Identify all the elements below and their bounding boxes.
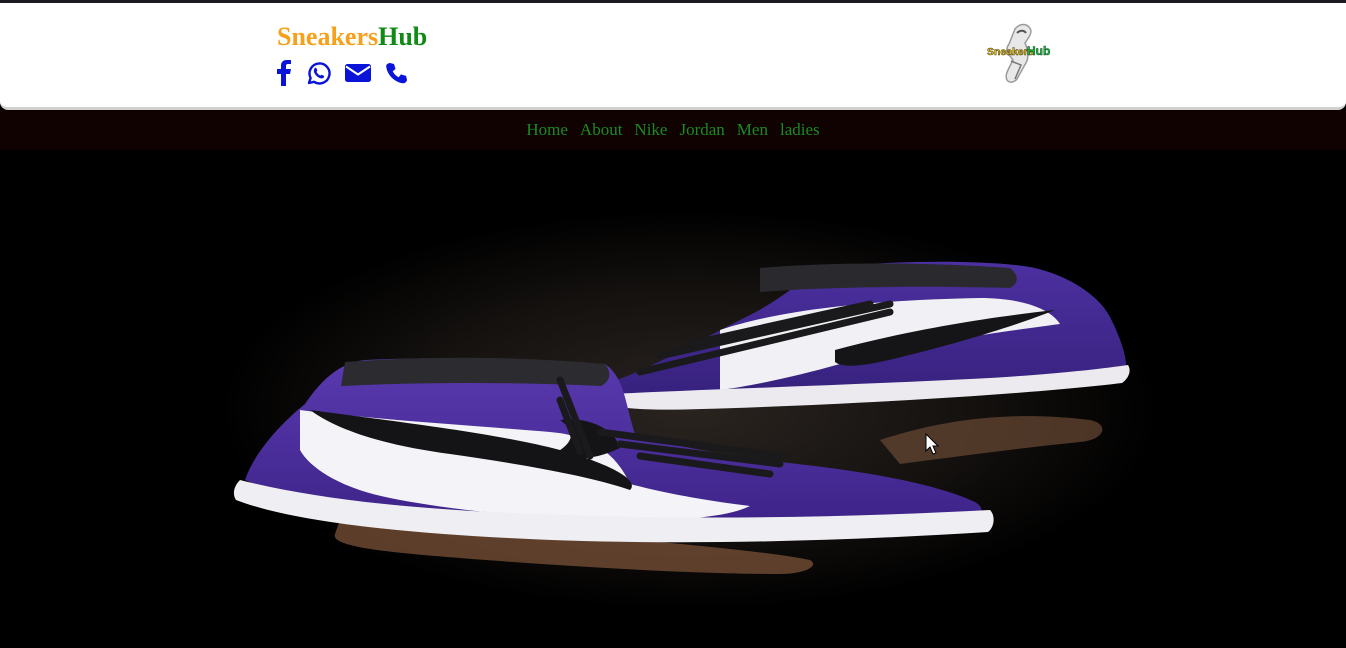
nav-link-nike[interactable]: Nike [634, 120, 667, 139]
envelope-icon [345, 64, 371, 82]
nav-link-home[interactable]: Home [526, 120, 568, 139]
email-link[interactable] [345, 62, 371, 84]
nav-item-nike: Nike [634, 120, 667, 140]
nav-item-about: About [580, 120, 623, 140]
social-links [277, 59, 421, 87]
facebook-icon [277, 60, 291, 86]
phone-link[interactable] [385, 62, 407, 84]
nav-link-jordan[interactable]: Jordan [679, 120, 724, 139]
hero-sneakers-image [220, 210, 1160, 610]
nav-item-jordan: Jordan [679, 120, 724, 140]
main-nav: Home About Nike Jordan Men ladies [0, 110, 1346, 150]
nav-item-home: Home [526, 120, 568, 140]
nav-link-men[interactable]: Men [737, 120, 768, 139]
facebook-link[interactable] [277, 60, 291, 86]
nav-link-about[interactable]: About [580, 120, 623, 139]
nav-item-ladies: ladies [780, 120, 820, 140]
nav-item-men: Men [737, 120, 768, 140]
site-header: SneakersHub Sneakers Hub [0, 3, 1346, 110]
brand-part-hub: Hub [378, 22, 428, 51]
sneaker-logo-image: Sneakers Hub [987, 23, 1051, 83]
nav-list: Home About Nike Jordan Men ladies [526, 110, 819, 150]
whatsapp-icon [307, 62, 331, 85]
phone-icon [386, 63, 407, 84]
whatsapp-link[interactable] [305, 60, 331, 86]
brand-logo[interactable]: Sneakers Hub [985, 21, 1057, 85]
brand-title[interactable]: SneakersHub [277, 22, 427, 52]
brand-part-sneakers: Sneakers [277, 22, 379, 51]
hero-banner [0, 150, 1346, 648]
nav-link-ladies[interactable]: ladies [780, 120, 820, 139]
logo-text-hub: Hub [1027, 44, 1050, 58]
mouse-cursor-icon [925, 433, 939, 455]
